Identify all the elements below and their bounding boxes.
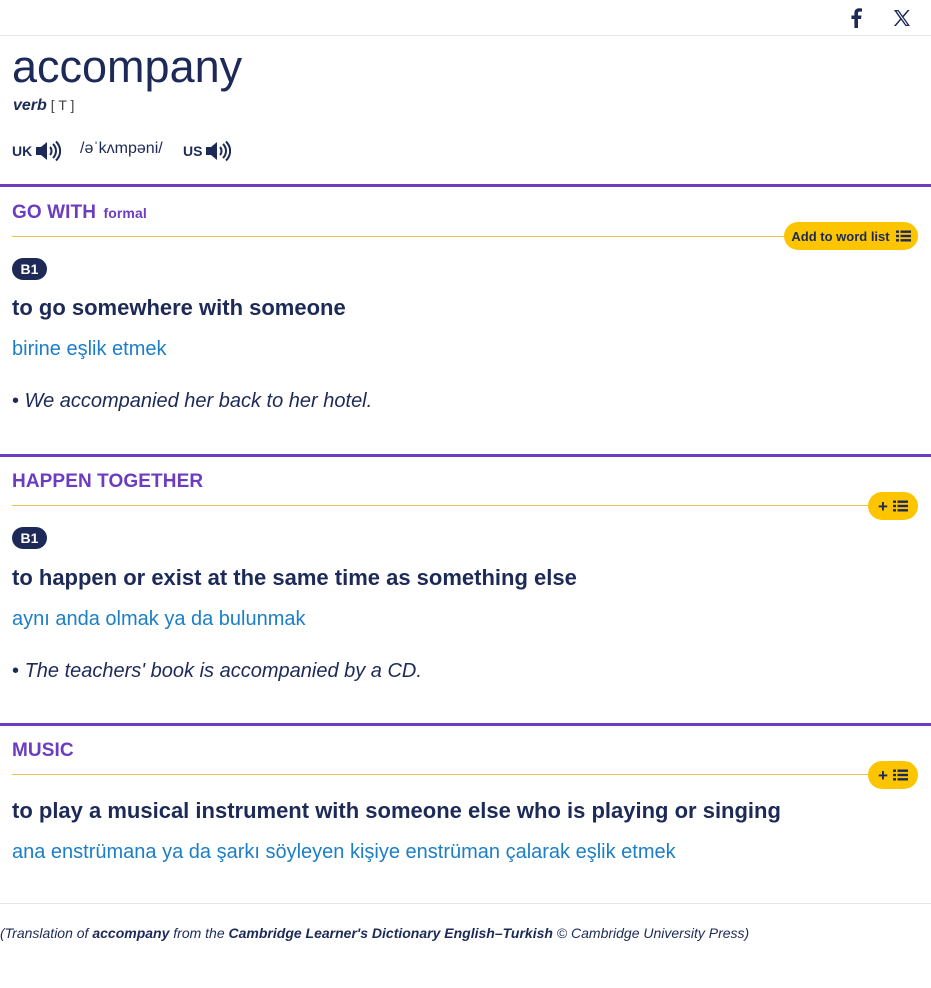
part-of-speech-line: verb[ T ] [13,97,74,115]
part-of-speech: verb [13,97,47,114]
share-bar [0,0,931,36]
register-label: formal [103,205,147,221]
uk-speaker-icon[interactable] [35,140,62,162]
guideword-2: HAPPEN TOGETHER [12,471,203,493]
sense-divider-2 [0,454,931,457]
add-to-word-list-button[interactable]: Add to word list [784,222,918,250]
ipa-transcription-wrap: /əˈkʌmpəni/ [80,140,163,158]
example-text: We accompanied her back to her hotel. [24,390,373,412]
credit-part: © Cambridge University Press) [552,925,750,941]
sense-divider-1 [0,184,931,187]
list-icon [892,769,908,781]
definition: to happen or exist at the same time as s… [12,565,577,590]
translation: ana enstrümana ya da şarkı söyleyen kişi… [12,841,676,863]
guideword-rule [12,236,792,237]
guideword-3: MUSIC [12,740,74,762]
add-to-word-list-button[interactable]: + [868,761,918,789]
headword: accompany [12,41,243,92]
grammar-code: [ T ] [50,97,75,113]
x-icon[interactable] [890,6,914,30]
guideword-text: HAPPEN TOGETHER [12,471,204,492]
list-icon [892,500,908,512]
example-sentence: • The teachers' book is accompanied by a… [12,660,422,683]
guideword-rule [12,505,868,506]
add-to-word-list-button[interactable]: + [868,492,918,520]
us-speaker-icon[interactable] [205,140,232,162]
example-text: The teachers' book is accompanied by a C… [24,660,422,682]
credit-part: from the [169,925,229,941]
guideword-rule [12,774,868,775]
example-bullet: • [12,660,20,682]
level-badge: B1 [12,258,47,280]
sense-divider-3 [0,723,931,726]
guideword-text: MUSIC [12,740,74,761]
add-to-word-list-label: Add to word list [791,228,890,244]
pronunciation-uk: UK [12,140,62,162]
example-bullet: • [12,390,20,412]
guideword-1: GO WITH formal [12,202,147,224]
ipa-transcription: /əˈkʌmpəni/ [80,140,163,157]
plus-icon: + [878,496,888,516]
pronunciation-us: US [183,140,232,162]
credit-headword: accompany [92,925,170,941]
us-label: US [183,143,203,159]
definition: to play a musical instrument with someon… [12,798,781,823]
uk-label: UK [12,143,33,159]
credit-dictionary: Cambridge Learner's Dictionary English–T… [228,925,553,941]
level-badge: B1 [12,527,47,549]
example-sentence: • We accompanied her back to her hotel. [12,390,372,413]
translation: birine eşlik etmek [12,338,167,360]
guideword-text: GO WITH [12,202,97,223]
list-icon [895,230,911,242]
translation-credit: (Translation of accompany from the Cambr… [0,925,749,941]
credit-part: (Translation of [0,925,93,941]
translation: aynı anda olmak ya da bulunmak [12,608,306,630]
facebook-icon[interactable] [844,6,868,30]
plus-icon: + [878,765,888,785]
footer-divider [0,903,931,904]
definition: to go somewhere with someone [12,295,346,320]
